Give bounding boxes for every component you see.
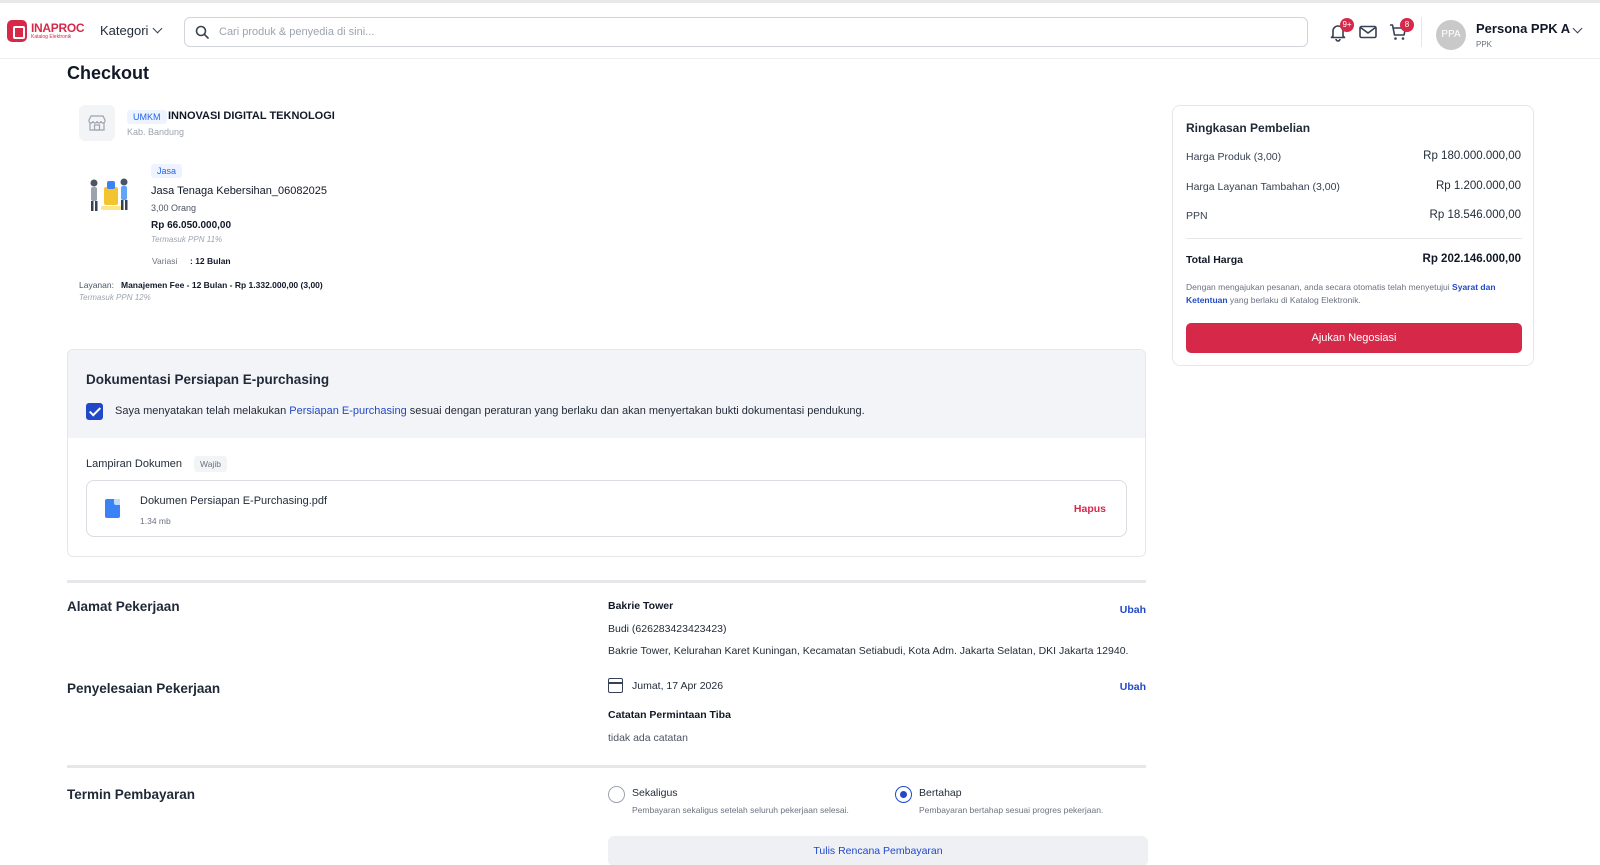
summary-title: Ringkasan Pembelian [1186, 121, 1311, 135]
kategori-label: Kategori [100, 23, 149, 38]
payment-section-title: Termin Pembayaran [67, 787, 196, 802]
summary-row-label: PPN [1186, 210, 1208, 222]
radio-bertahap[interactable] [895, 786, 912, 803]
inaproc-logo[interactable]: INAPROC Katalog Elektronik [7, 20, 85, 42]
avatar[interactable]: PPA [1436, 20, 1466, 50]
notification-button[interactable]: 9+ [1328, 18, 1354, 42]
note-title: Catatan Permintaan Tiba [608, 709, 731, 721]
address-section-title: Alamat Pekerjaan [67, 599, 180, 614]
store-icon [79, 105, 115, 141]
service-ppn-note: Termasuk PPN 12% [79, 293, 151, 302]
documentation-title: Dokumentasi Persiapan E-purchasing [86, 372, 330, 387]
notification-badge: 9+ [1340, 18, 1354, 32]
write-payment-plan-button[interactable]: Tulis Rencana Pembayaran [608, 836, 1148, 865]
shop-location: Kab. Bandung [127, 127, 185, 137]
edit-completion-button[interactable]: Ubah [1120, 681, 1146, 693]
product-name[interactable]: Jasa Tenaga Kebersihan_06082025 [151, 185, 327, 197]
edit-address-button[interactable]: Ubah [1120, 604, 1146, 616]
address-contact: Budi (626283423423423) [608, 623, 727, 635]
user-role: PPK [1476, 40, 1493, 49]
documentation-card: Dokumentasi Persiapan E-purchasing Saya … [67, 349, 1146, 557]
radio-sekaligus[interactable] [608, 786, 625, 803]
completion-section-title: Penyelesaian Pekerjaan [67, 681, 221, 696]
required-badge: Wajib [194, 456, 227, 472]
chevron-down-icon [152, 23, 163, 34]
service-label: Layanan: [79, 280, 114, 290]
product-ppn-note: Termasuk PPN 11% [151, 235, 223, 244]
address-name: Bakrie Tower [608, 600, 674, 612]
option-desc-bertahap: Pembayaran bertahap sesuai progres peker… [919, 805, 1104, 815]
cart-badge: 8 [1400, 18, 1414, 32]
file-size: 1.34 mb [140, 516, 171, 526]
summary-row-label: Harga Produk (3,00) [1186, 151, 1282, 163]
logo-title: INAPROC [31, 21, 85, 35]
calendar-icon [608, 678, 623, 693]
variant-value: : 12 Bulan [190, 256, 231, 266]
user-name[interactable]: Persona PPK A [1476, 21, 1570, 36]
total-value: Rp 202.146.000,00 [1422, 253, 1521, 265]
purchase-summary-card: Ringkasan Pembelian Harga Produk (3,00) … [1172, 105, 1534, 366]
section-divider [67, 765, 1146, 768]
cart-button[interactable]: 8 [1388, 18, 1414, 42]
summary-row-label: Harga Layanan Tambahan (3,00) [1186, 181, 1340, 193]
variant-label: Variasi [152, 256, 178, 266]
agreement-statement: Saya menyatakan telah melakukan Persiapa… [115, 405, 865, 417]
attachment-label: Lampiran Dokumen [86, 458, 182, 470]
file-icon [105, 499, 120, 518]
shop-name[interactable]: INNOVASI DIGITAL TEKNOLOGI [168, 110, 335, 122]
terms-note-prefix: Dengan mengajukan pesanan, anda secara o… [1186, 282, 1453, 292]
summary-row-value: Rp 180.000.000,00 [1423, 150, 1521, 162]
file-name[interactable]: Dokumen Persiapan E-Purchasing.pdf [140, 495, 327, 507]
persiapan-link[interactable]: Persiapan E-purchasing [289, 405, 406, 417]
section-divider [67, 580, 1146, 583]
submit-negotiation-button[interactable]: Ajukan Negosiasi [1186, 323, 1522, 353]
search-input[interactable] [219, 26, 1219, 38]
address-full: Bakrie Tower, Kelurahan Karet Kuningan, … [608, 645, 1129, 657]
mail-icon [1359, 25, 1377, 39]
option-label-sekaligus[interactable]: Sekaligus [632, 787, 678, 799]
umkm-badge: UMKM [127, 110, 167, 124]
service-value: Manajemen Fee - 12 Bulan - Rp 1.332.000,… [121, 280, 323, 290]
messages-button[interactable] [1358, 22, 1378, 42]
terms-note: Dengan mengajukan pesanan, anda secara o… [1186, 281, 1522, 307]
statement-prefix: Saya menyatakan telah melakukan [115, 405, 290, 417]
search-icon [195, 25, 209, 39]
top-navbar: INAPROC Katalog Elektronik Kategori 9+ [0, 3, 1600, 59]
attached-file[interactable]: Dokumen Persiapan E-Purchasing.pdf 1.34 … [86, 480, 1127, 537]
note-text: tidak ada catatan [608, 732, 688, 744]
product-price: Rp 66.050.000,00 [151, 220, 232, 231]
agreement-checkbox[interactable] [86, 403, 103, 420]
service-type-badge: Jasa [151, 164, 183, 178]
delete-file-button[interactable]: Hapus [1074, 503, 1106, 515]
documentation-header: Dokumentasi Persiapan E-purchasing Saya … [68, 350, 1145, 438]
option-desc-sekaligus: Pembayaran sekaligus setelah seluruh pek… [632, 805, 849, 815]
header-divider [1421, 17, 1422, 47]
summary-divider [1186, 238, 1522, 239]
total-label: Total Harga [1186, 254, 1243, 266]
completion-date: Jumat, 17 Apr 2026 [632, 680, 724, 692]
summary-row-value: Rp 18.546.000,00 [1429, 209, 1521, 221]
logo-subtitle: Katalog Elektronik [31, 34, 72, 40]
user-menu-chevron-icon[interactable] [1572, 23, 1583, 34]
product-image [90, 178, 128, 211]
product-quantity: 3,00 Orang [151, 203, 197, 213]
option-label-bertahap[interactable]: Bertahap [919, 787, 962, 799]
bag-logo-icon [7, 20, 27, 42]
kategori-dropdown[interactable]: Kategori [100, 23, 163, 38]
statement-suffix: sesuai dengan peraturan yang berlaku dan… [406, 405, 865, 417]
terms-note-suffix: yang berlaku di Katalog Elektronik. [1227, 295, 1361, 305]
summary-row-value: Rp 1.200.000,00 [1435, 180, 1521, 192]
page-title: Checkout [67, 63, 150, 83]
search-bar[interactable] [184, 17, 1308, 47]
